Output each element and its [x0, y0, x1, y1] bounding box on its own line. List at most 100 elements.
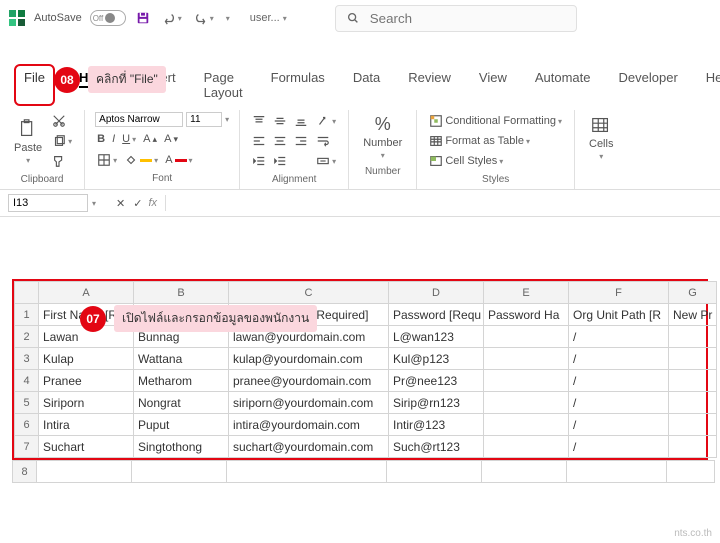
format-as-table-button[interactable]: Format as Table▾: [427, 132, 532, 150]
data-cell[interactable]: Kulap: [39, 348, 134, 370]
data-cell[interactable]: [484, 370, 569, 392]
col-header[interactable]: G: [669, 282, 717, 304]
col-header[interactable]: C: [229, 282, 389, 304]
conditional-formatting-button[interactable]: Conditional Formatting▾: [427, 112, 564, 130]
data-cell[interactable]: Wattana: [134, 348, 229, 370]
search-box[interactable]: [335, 5, 577, 32]
name-box[interactable]: [8, 194, 88, 212]
increase-indent-icon[interactable]: [271, 152, 289, 170]
data-cell[interactable]: Such@rt123: [389, 436, 484, 458]
row-header[interactable]: 3: [15, 348, 39, 370]
row-header[interactable]: 4: [15, 370, 39, 392]
header-cell[interactable]: Org Unit Path [R: [569, 304, 669, 326]
data-cell[interactable]: Nongrat: [134, 392, 229, 414]
data-cell[interactable]: [484, 326, 569, 348]
data-cell[interactable]: [669, 392, 717, 414]
font-size-select[interactable]: [186, 112, 222, 127]
align-bottom-icon[interactable]: [292, 112, 310, 130]
orientation-icon[interactable]: ▾: [314, 112, 338, 130]
data-cell[interactable]: Siriporn: [39, 392, 134, 414]
row-header[interactable]: 6: [15, 414, 39, 436]
user-label[interactable]: user... ▾: [250, 12, 287, 24]
col-header[interactable]: [15, 282, 39, 304]
col-header[interactable]: B: [134, 282, 229, 304]
data-cell[interactable]: [669, 348, 717, 370]
data-cell[interactable]: Sirip@rn123: [389, 392, 484, 414]
undo-icon[interactable]: ▾: [160, 9, 184, 27]
borders-icon[interactable]: ▾: [95, 151, 119, 169]
data-cell[interactable]: Puput: [134, 414, 229, 436]
data-cell[interactable]: [669, 326, 717, 348]
merge-icon[interactable]: ▾: [314, 152, 338, 170]
data-cell[interactable]: Suchart: [39, 436, 134, 458]
data-cell[interactable]: intira@yourdomain.com: [229, 414, 389, 436]
data-cell[interactable]: [669, 436, 717, 458]
enter-formula-icon[interactable]: ✓: [131, 195, 144, 212]
paste-button[interactable]: Paste▾: [10, 116, 46, 167]
data-cell[interactable]: [484, 414, 569, 436]
number-format-button[interactable]: % Number▾: [359, 112, 406, 162]
align-middle-icon[interactable]: [271, 112, 289, 130]
font-name-select[interactable]: [95, 112, 183, 127]
data-cell[interactable]: /: [569, 326, 669, 348]
data-cell[interactable]: Kul@p123: [389, 348, 484, 370]
data-cell[interactable]: Metharom: [134, 370, 229, 392]
qat-customize-icon[interactable]: ▾: [224, 12, 232, 25]
data-cell[interactable]: [669, 414, 717, 436]
fx-icon[interactable]: fx: [148, 197, 157, 209]
redo-icon[interactable]: ▾: [192, 9, 216, 27]
col-header[interactable]: A: [39, 282, 134, 304]
tab-help[interactable]: Help: [702, 64, 720, 106]
decrease-indent-icon[interactable]: [250, 152, 268, 170]
data-cell[interactable]: Pranee: [39, 370, 134, 392]
data-cell[interactable]: [669, 370, 717, 392]
data-cell[interactable]: Intira: [39, 414, 134, 436]
cut-icon[interactable]: [50, 112, 74, 130]
underline-icon[interactable]: U▾: [120, 131, 138, 147]
cells-button[interactable]: Cells▾: [585, 112, 617, 163]
data-cell[interactable]: Pr@nee123: [389, 370, 484, 392]
search-input[interactable]: [368, 10, 566, 27]
header-cell[interactable]: Password Ha: [484, 304, 569, 326]
tab-data[interactable]: Data: [349, 64, 384, 106]
tab-developer[interactable]: Developer: [615, 64, 682, 106]
font-color-icon[interactable]: A▾: [163, 152, 194, 168]
tab-file[interactable]: File: [14, 64, 55, 106]
align-right-icon[interactable]: [292, 132, 310, 150]
wrap-text-icon[interactable]: [314, 132, 338, 150]
row-header[interactable]: 5: [15, 392, 39, 414]
data-cell[interactable]: Singtothong: [134, 436, 229, 458]
cancel-formula-icon[interactable]: ✕: [114, 195, 127, 212]
data-cell[interactable]: [484, 392, 569, 414]
data-cell[interactable]: /: [569, 414, 669, 436]
fill-color-icon[interactable]: ▾: [122, 151, 160, 169]
format-painter-icon[interactable]: [50, 152, 74, 170]
data-cell[interactable]: /: [569, 392, 669, 414]
data-cell[interactable]: [484, 436, 569, 458]
data-cell[interactable]: [484, 348, 569, 370]
autosave-toggle[interactable]: Off: [90, 10, 126, 26]
data-cell[interactable]: suchart@yourdomain.com: [229, 436, 389, 458]
data-cell[interactable]: pranee@yourdomain.com: [229, 370, 389, 392]
tab-page-layout[interactable]: Page Layout: [200, 64, 247, 106]
cell-styles-button[interactable]: Cell Styles▾: [427, 152, 505, 170]
col-header[interactable]: D: [389, 282, 484, 304]
increase-font-icon[interactable]: A▴: [141, 131, 159, 147]
save-icon[interactable]: [134, 9, 152, 27]
data-cell[interactable]: siriporn@yourdomain.com: [229, 392, 389, 414]
data-cell[interactable]: /: [569, 348, 669, 370]
copy-icon[interactable]: ▾: [50, 132, 74, 150]
align-left-icon[interactable]: [250, 132, 268, 150]
data-cell[interactable]: kulap@yourdomain.com: [229, 348, 389, 370]
data-cell[interactable]: /: [569, 370, 669, 392]
col-header[interactable]: F: [569, 282, 669, 304]
tab-formulas[interactable]: Formulas: [267, 64, 329, 106]
italic-icon[interactable]: I: [110, 131, 117, 147]
align-center-icon[interactable]: [271, 132, 289, 150]
header-cell[interactable]: Password [Requ: [389, 304, 484, 326]
row-header[interactable]: 2: [15, 326, 39, 348]
data-cell[interactable]: Intir@123: [389, 414, 484, 436]
col-header[interactable]: E: [484, 282, 569, 304]
bold-icon[interactable]: B: [95, 131, 107, 147]
row-header[interactable]: 7: [15, 436, 39, 458]
